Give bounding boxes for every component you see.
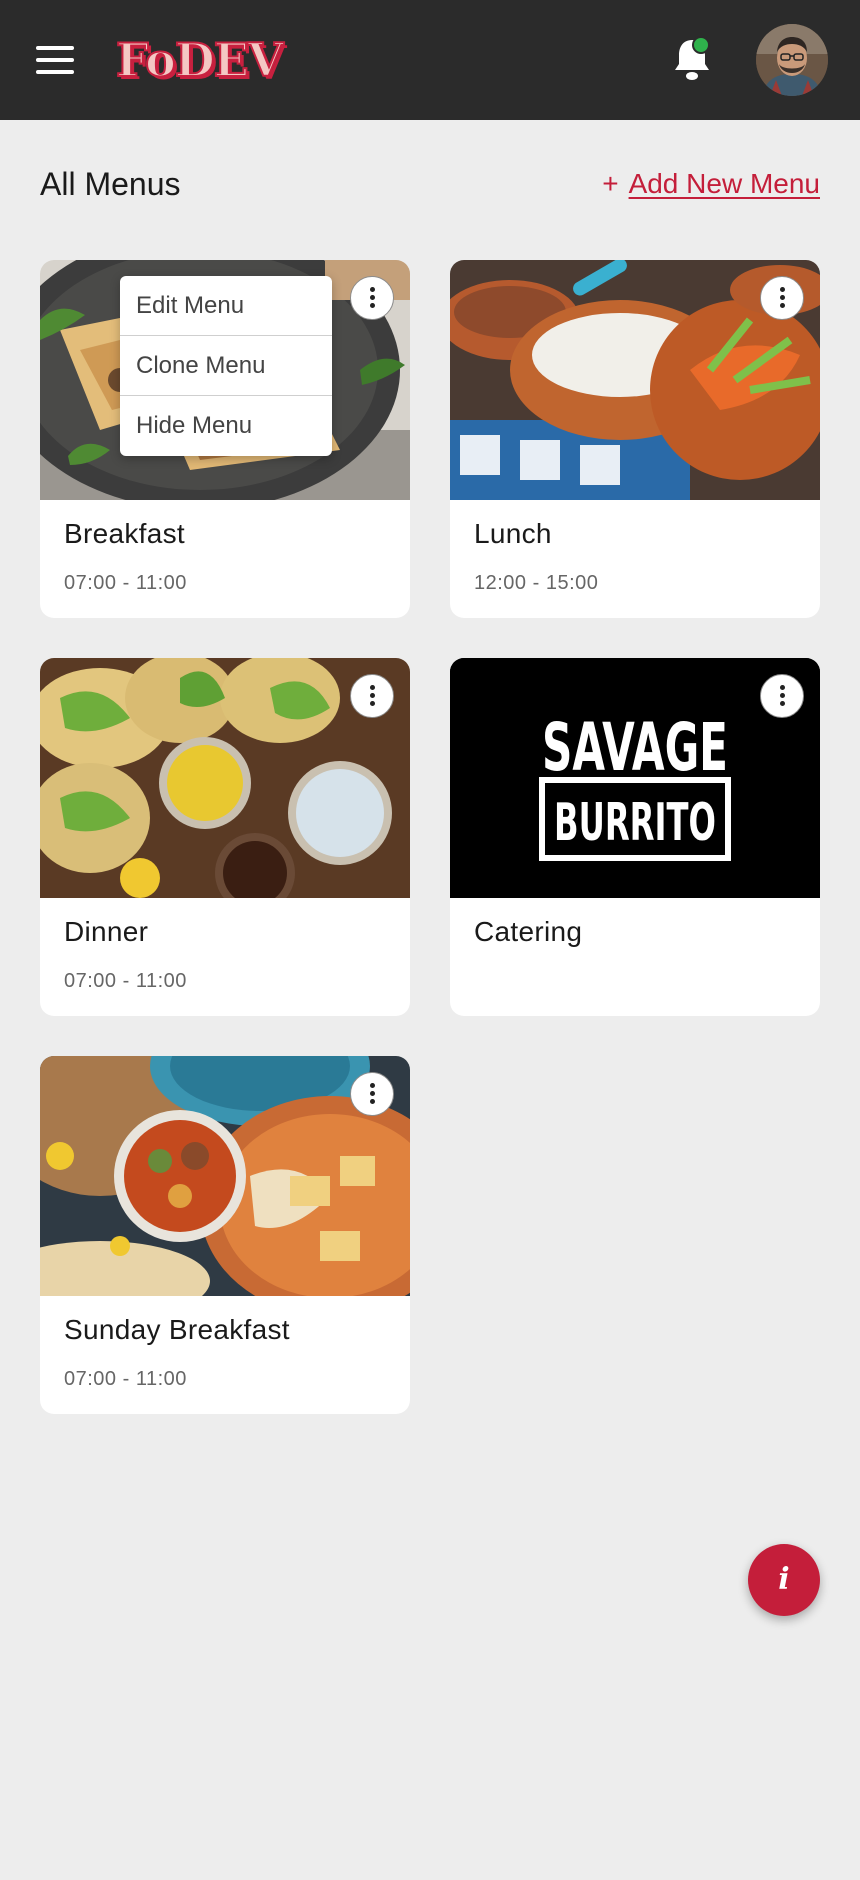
app-header: FoDEV bbox=[0, 0, 860, 120]
page-title: All Menus bbox=[40, 166, 181, 202]
add-new-menu-label: Add New Menu bbox=[628, 168, 820, 199]
menu-name: Dinner bbox=[64, 916, 149, 947]
menu-time: 07:00 - 11:00 bbox=[64, 572, 187, 594]
menu-card-sunday-breakfast[interactable]: Sunday Breakfast 07:00 - 11:00 bbox=[40, 1056, 410, 1414]
plus-icon: + bbox=[602, 168, 619, 199]
menu-time: 12:00 - 15:00 bbox=[474, 572, 599, 594]
more-options-icon[interactable] bbox=[760, 276, 804, 320]
more-options-icon[interactable] bbox=[350, 674, 394, 718]
menu-options-dropdown: Edit Menu Clone Menu Hide Menu bbox=[120, 276, 332, 456]
menu-name: Catering bbox=[474, 916, 583, 947]
menu-card-catering[interactable]: SAVAGE BURRITO Catering bbox=[450, 658, 820, 1016]
hide-menu-option[interactable]: Hide Menu bbox=[120, 396, 332, 456]
edit-menu-option[interactable]: Edit Menu bbox=[120, 276, 332, 336]
menu-name: Lunch bbox=[474, 518, 552, 549]
more-options-icon[interactable] bbox=[350, 276, 394, 320]
more-options-icon[interactable] bbox=[760, 674, 804, 718]
info-button[interactable]: i bbox=[748, 1544, 820, 1616]
menu-time: 07:00 - 11:00 bbox=[64, 970, 187, 992]
notification-badge bbox=[692, 36, 710, 54]
logo-text: FoDEV bbox=[115, 32, 284, 88]
menu-name: Breakfast bbox=[64, 518, 185, 549]
menu-card-dinner[interactable]: Dinner 07:00 - 11:00 bbox=[40, 658, 410, 1016]
more-options-icon[interactable] bbox=[350, 1072, 394, 1116]
menu-name: Sunday Breakfast bbox=[64, 1314, 290, 1345]
hamburger-menu-icon[interactable] bbox=[36, 44, 74, 76]
clone-menu-option[interactable]: Clone Menu bbox=[120, 336, 332, 396]
add-new-menu-link[interactable]: + Add New Menu bbox=[602, 164, 820, 204]
info-icon: i bbox=[778, 1562, 790, 1597]
catering-logo-line2: BURRITO bbox=[554, 793, 716, 853]
menu-time: 07:00 - 11:00 bbox=[64, 1368, 187, 1390]
app-logo[interactable]: FoDEV bbox=[115, 30, 284, 90]
catering-logo-line1: SAVAGE bbox=[542, 709, 728, 786]
menu-card-lunch[interactable]: Lunch 12:00 - 15:00 bbox=[450, 260, 820, 618]
user-avatar[interactable] bbox=[756, 24, 828, 96]
